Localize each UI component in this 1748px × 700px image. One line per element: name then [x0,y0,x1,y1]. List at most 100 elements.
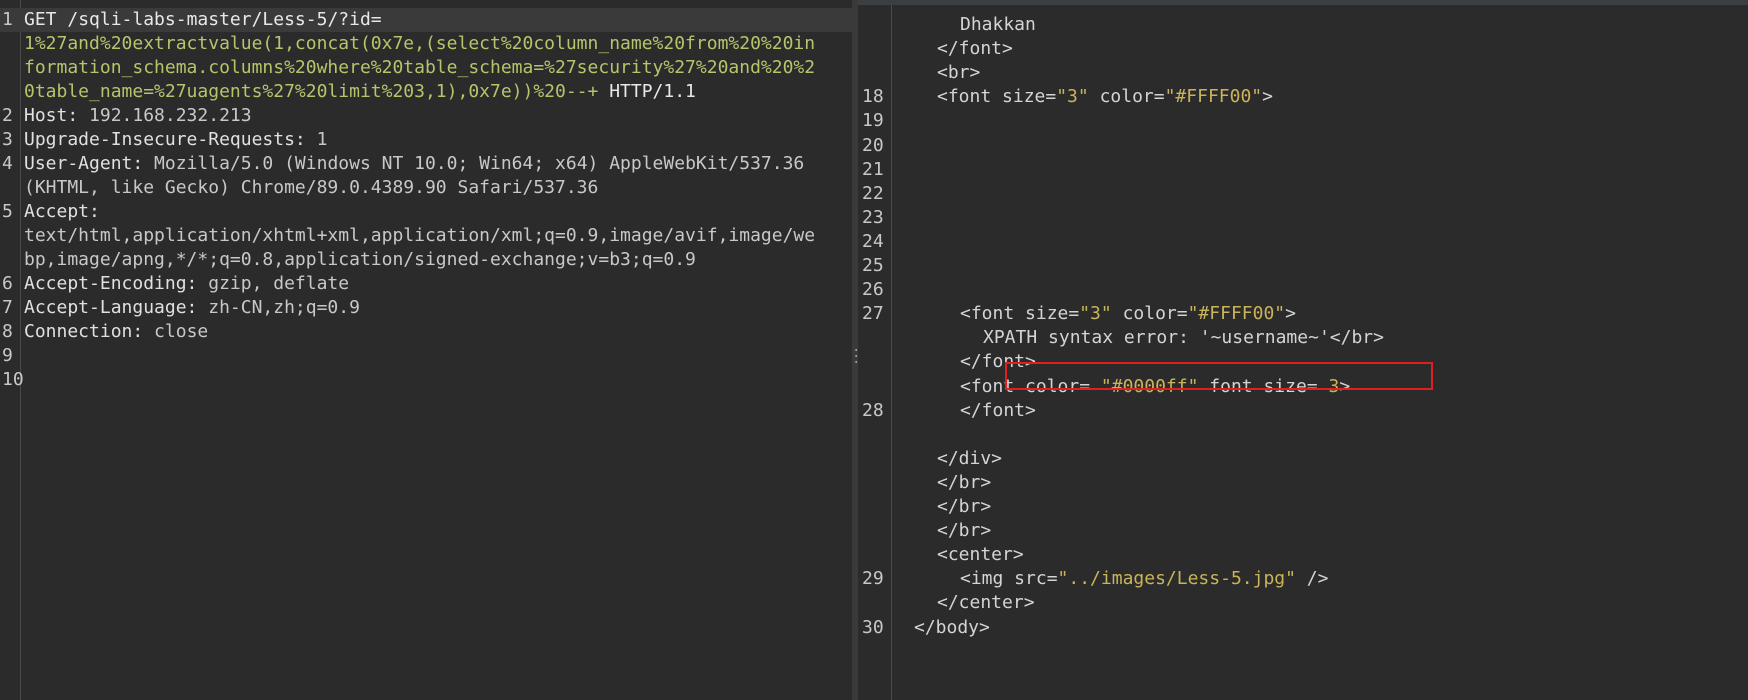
request-line[interactable]: 6 Accept-Encoding: gzip, deflate [0,272,852,296]
response-line: </font> [858,37,1748,61]
response-line: 22 [858,182,1748,206]
request-line[interactable]: 1 GET /sqli-labs-master/Less-5/?id= [0,8,852,32]
line-number: 6 [2,273,13,294]
line-number: 10 [2,369,24,390]
header-value: 192.168.232.213 [78,105,252,126]
response-line: 29 <img src="../images/Less-5.jpg" /> [858,567,1748,591]
request-editor[interactable]: 1 GET /sqli-labs-master/Less-5/?id= 1%27an… [0,0,852,700]
header-name: Host: [24,105,79,126]
line-number: 3 [2,129,13,150]
response-line: 20 [858,134,1748,158]
html-attribute: color= [1088,86,1165,108]
sqli-payload: 0table_name=%27uagents%27%20limit%203,1)… [24,81,599,102]
line-number: 30 [862,616,884,638]
request-line[interactable]: 8 Connection: close [0,320,852,344]
header-value: (KHTML, like Gecko) Chrome/89.0.4389.90 … [24,177,599,198]
attribute-value: "#FFFF00" [1164,86,1263,108]
response-line: 26 [858,278,1748,302]
line-number: 19 [862,110,884,132]
request-path: /sqli-labs-master/Less-5/?id= [67,9,382,30]
request-line[interactable]: formation_schema.columns%20where%20table… [0,56,852,80]
response-line-text: <br> [937,62,981,84]
html-attribute: color= [1111,303,1188,325]
response-line-text: <font size="3" color="#FFFF00"> [960,302,1296,326]
response-line-text: Dhakkan [960,14,1036,35]
response-line: </center> [858,591,1748,615]
response-line-text: </br> [937,520,992,542]
header-name: Connection: [24,321,144,342]
request-line[interactable]: 3 Upgrade-Insecure-Requests: 1 [0,128,852,152]
html-tag-end: > [1285,303,1296,325]
payload-text: 1%27and%20extractvalue(1,concat(0x7e,(se… [24,32,815,56]
line-number: 1 [2,9,13,30]
request-line[interactable]: 4 User-Agent: Mozilla/5.0 (Windows NT 10.… [0,152,852,176]
response-line: 27 <font size="3" color="#FFFF00"> [858,302,1748,326]
html-tag: <img src= [960,568,1058,590]
request-line-text: GET /sqli-labs-master/Less-5/?id= [24,8,382,32]
header-name: Accept-Language: [24,297,198,318]
response-line: </br> [858,519,1748,543]
attribute-value: "../images/Less-5.jpg" [1057,568,1296,590]
request-line[interactable]: 10 [0,368,852,392]
request-line[interactable]: text/html,application/xhtml+xml,applicat… [0,224,852,248]
header-value: text/html,application/xhtml+xml,applicat… [24,225,816,246]
line-number: 28 [862,399,884,421]
response-line: 23 [858,206,1748,230]
response-line: </br> [858,495,1748,519]
header-line: Connection: close [24,320,208,344]
response-line-text: XPATH syntax error: '~username~'</br> [983,327,1384,349]
header-name: Upgrade-Insecure-Requests: [24,129,306,150]
header-value: bp,image/apng,*/*;q=0.8,application/sign… [24,249,696,270]
response-line: 28 </font> [858,399,1748,423]
error-highlight-box [1005,362,1433,390]
response-line-text: </div> [937,447,1003,469]
header-line: (KHTML, like Gecko) Chrome/89.0.4389.90 … [24,176,598,200]
request-line[interactable]: 5 Accept: [0,200,852,224]
line-number: 29 [862,568,884,590]
response-line: <br> [858,61,1748,85]
response-line: 25 [858,254,1748,278]
header-value: gzip, deflate [197,273,350,294]
line-number: 23 [862,206,884,228]
header-line: text/html,application/xhtml+xml,applicat… [24,224,815,248]
header-value: close [143,321,209,342]
header-line: bp,image/apng,*/*;q=0.8,application/sign… [24,248,696,272]
attribute-value: "3" [1079,303,1112,325]
request-line[interactable]: 9 [0,344,852,368]
line-number: 2 [2,105,13,126]
response-line: XPATH syntax error: '~username~'</br> [858,326,1748,350]
header-line: User-Agent: Mozilla/5.0 (Windows NT 10.0… [24,152,804,176]
line-number: 22 [862,182,884,204]
response-line: <center> [858,543,1748,567]
response-viewer[interactable]: Dhakkan </font> <br> 18 <font size="3" color… [858,0,1748,700]
response-line-text: </center> [937,592,1035,614]
request-line[interactable]: 7 Accept-Language: zh-CN,zh;q=0.9 [0,296,852,320]
line-number: 7 [2,297,13,318]
header-value: 1 [305,129,328,150]
header-value: zh-CN,zh;q=0.9 [197,297,360,318]
http-protocol: HTTP/1.1 [598,81,696,102]
html-tag: <font size= [960,303,1080,325]
line-number: 4 [2,153,13,174]
response-line-text: </br> [937,471,992,493]
request-line[interactable]: 1%27and%20extractvalue(1,concat(0x7e,(se… [0,32,852,56]
response-line-text: <center> [937,544,1024,566]
response-line: </br> [858,471,1748,495]
line-number: 9 [2,345,13,366]
attribute-value: "3" [1056,86,1089,108]
header-name: Accept-Encoding: [24,273,198,294]
header-name: User-Agent: [24,153,144,174]
sqli-payload: 1%27and%20extractvalue(1,concat(0x7e,(se… [24,33,816,54]
response-line: 21 [858,158,1748,182]
request-line[interactable]: (KHTML, like Gecko) Chrome/89.0.4389.90 … [0,176,852,200]
request-line[interactable]: bp,image/apng,*/*;q=0.8,application/sign… [0,248,852,272]
line-number: 27 [862,303,884,325]
header-name: Accept: [24,201,100,222]
response-line-text: </br> [937,496,992,517]
response-line: 18 <font size="3" color="#FFFF00"> [858,85,1748,109]
sqli-payload: formation_schema.columns%20where%20table… [24,57,816,78]
response-line-text: </font> [960,399,1036,421]
request-line[interactable]: 0table_name=%27uagents%27%20limit%203,1)… [0,80,852,104]
response-line-text: <img src="../images/Less-5.jpg" /> [960,567,1328,591]
request-line[interactable]: 2 Host: 192.168.232.213 [0,104,852,128]
